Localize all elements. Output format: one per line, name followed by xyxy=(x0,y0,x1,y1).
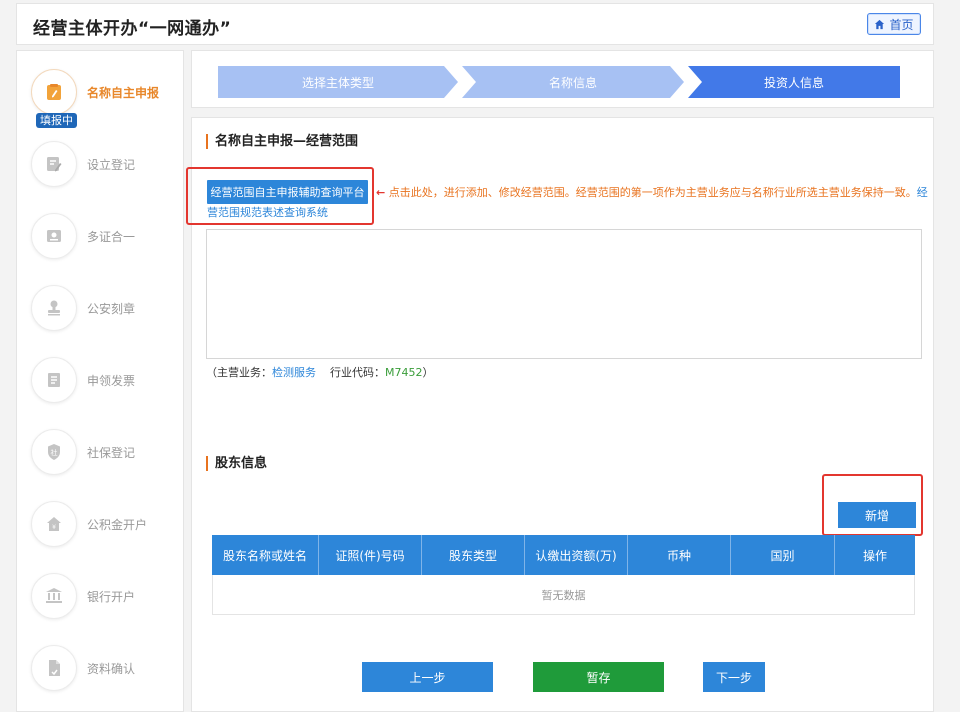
sidebar-item-circle xyxy=(31,141,77,187)
sidebar-item-invoice[interactable]: 申领发票 xyxy=(17,357,185,421)
sidebar-item-housing-fund[interactable]: ¥ 公积金开户 xyxy=(17,501,185,565)
sidebar-item-circle xyxy=(31,573,77,619)
process-sidebar: 名称自主申报 填报中 设立登记 多证合一 公安刻章 申领发票 社 社保登记 ¥ xyxy=(16,50,184,712)
svg-text:社: 社 xyxy=(51,448,58,457)
sidebar-item-registration[interactable]: 设立登记 xyxy=(17,141,185,205)
save-draft-button[interactable]: 暂存 xyxy=(533,662,664,692)
shareholder-table: 股东名称或姓名 证照(件)号码 股东类型 认缴出资额(万) 币种 国别 操作 暂… xyxy=(212,535,915,615)
scope-hint: ← 点击此处，进行添加、修改经营范围。经营范围的第一项作为主营业务应与名称行业所… xyxy=(376,184,928,200)
arrow-left-icon: ← xyxy=(376,186,386,199)
home-button[interactable]: 首页 xyxy=(867,13,921,35)
main-biz-prefix: （主营业务： xyxy=(206,366,272,379)
shield-icon: 社 xyxy=(48,444,60,460)
sidebar-item-label: 公积金开户 xyxy=(87,518,148,532)
highlight-box xyxy=(822,474,923,536)
svg-text:¥: ¥ xyxy=(52,524,56,531)
stamp-icon xyxy=(48,300,60,316)
main-business-info: （主营业务：检测服务 行业代码：M7452） xyxy=(206,364,434,380)
scope-standard-link-start[interactable]: 经 xyxy=(917,186,928,199)
page-header: 经营主体开办“一网通办” 首页 xyxy=(16,3,934,45)
progress-card: 选择主体类型 名称信息 投资人信息 xyxy=(191,50,934,108)
scope-standard-link[interactable]: 营范围规范表述查询系统 xyxy=(207,204,328,220)
progress-step-entity-type[interactable]: 选择主体类型 xyxy=(218,66,458,98)
bank-icon xyxy=(46,588,62,603)
progress-step-investor-info[interactable]: 投资人信息 xyxy=(688,66,900,98)
house-icon: ¥ xyxy=(47,517,61,531)
sidebar-item-multi-cert[interactable]: 多证合一 xyxy=(17,213,185,277)
sidebar-item-circle xyxy=(31,645,77,691)
next-step-button[interactable]: 下一步 xyxy=(703,662,765,692)
sidebar-item-label: 资料确认 xyxy=(87,662,136,676)
sidebar-item-police-seal[interactable]: 公安刻章 xyxy=(17,285,185,349)
scope-hint-text: 点击此处，进行添加、修改经营范围。经营范围的第一项作为主营业务应与名称行业所选主… xyxy=(388,186,917,199)
sidebar-item-circle: ¥ xyxy=(31,501,77,547)
sidebar-item-social-security[interactable]: 社 社保登记 xyxy=(17,429,185,493)
column-header: 股东类型 xyxy=(422,535,525,575)
progress-step-name-info[interactable]: 名称信息 xyxy=(462,66,684,98)
status-badge: 填报中 xyxy=(36,113,77,128)
document-icon xyxy=(49,660,60,676)
table-header: 股东名称或姓名 证照(件)号码 股东类型 认缴出资额(万) 币种 国别 操作 xyxy=(212,535,915,575)
main-biz-suffix: ） xyxy=(422,366,434,379)
sidebar-item-label: 设立登记 xyxy=(87,158,136,172)
home-button-label: 首页 xyxy=(889,17,914,32)
main-content: 名称自主申报—经营范围 经营范围自主申报辅助查询平台 ← 点击此处，进行添加、修… xyxy=(186,117,934,712)
home-icon xyxy=(875,19,885,29)
sidebar-item-label: 公安刻章 xyxy=(87,302,136,316)
pen-paper-icon xyxy=(47,157,62,172)
industry-code-label: 行业代码： xyxy=(330,366,385,379)
edit-doc-icon xyxy=(47,84,61,100)
scope-textarea[interactable] xyxy=(206,229,922,359)
page-title: 经营主体开办“一网通办” xyxy=(33,19,232,39)
sidebar-item-label: 名称自主申报 xyxy=(87,86,160,100)
sidebar-item-label: 申领发票 xyxy=(87,374,136,388)
column-header: 证照(件)号码 xyxy=(319,535,422,575)
column-header: 认缴出资额(万) xyxy=(525,535,628,575)
sidebar-item-label: 银行开户 xyxy=(87,590,136,604)
industry-code-value: M7452 xyxy=(385,366,423,379)
sidebar-item-bank-account[interactable]: 银行开户 xyxy=(17,573,185,637)
column-header: 股东名称或姓名 xyxy=(212,535,319,575)
progress-steps: 选择主体类型 名称信息 投资人信息 xyxy=(218,66,900,98)
main-biz-value: 检测服务 xyxy=(272,366,316,379)
sidebar-item-label: 社保登记 xyxy=(87,446,136,460)
scope-section-title: 名称自主申报—经营范围 xyxy=(206,134,358,149)
invoice-icon xyxy=(48,373,60,387)
column-header: 国别 xyxy=(731,535,835,575)
sidebar-item-circle xyxy=(31,69,77,115)
sidebar-item-circle xyxy=(31,285,77,331)
sidebar-item-circle: 社 xyxy=(31,429,77,475)
sidebar-item-circle xyxy=(31,213,77,259)
sidebar-item-label: 多证合一 xyxy=(87,230,136,244)
prev-step-button[interactable]: 上一步 xyxy=(362,662,493,692)
column-header: 操作 xyxy=(862,548,887,563)
certificate-icon xyxy=(47,230,61,242)
sidebar-item-circle xyxy=(31,357,77,403)
table-empty-row: 暂无数据 xyxy=(212,575,915,615)
column-header: 币种 xyxy=(628,535,731,575)
sidebar-item-confirm-materials[interactable]: 资料确认 xyxy=(17,645,185,709)
shareholder-section-title: 股东信息 xyxy=(206,456,267,471)
sidebar-item-name-declaration[interactable]: 名称自主申报 填报中 xyxy=(17,69,185,133)
